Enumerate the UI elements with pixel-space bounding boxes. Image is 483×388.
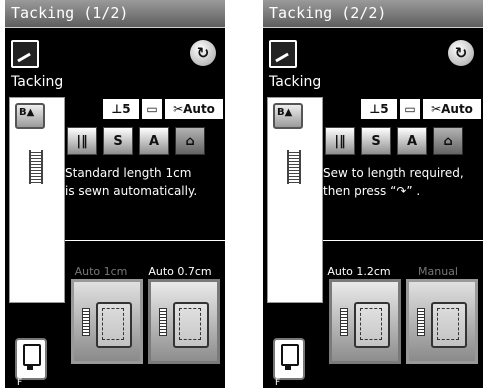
reverse-arrow-icon: ↷ [276, 138, 288, 154]
instruction-message: Standard length 1cm is sewn automaticall… [65, 164, 225, 240]
instruction-message: Sew to length required, then press “↷” . [323, 164, 483, 240]
auto-1-2cm-tile[interactable] [329, 279, 401, 364]
stitch-preview-icon [29, 150, 43, 184]
stitch-length-chip: ⊥5 [361, 99, 397, 119]
bm-label: B▲ [19, 107, 35, 118]
title-bar: Tacking (2/2) [263, 0, 483, 28]
tacking-panel-1: Tacking (1/2) ↻ Tacking B▲ ⊥5 ▭ ✂Auto |‖… [5, 0, 225, 388]
letter-a-icon[interactable]: A [397, 127, 427, 155]
divider [65, 240, 225, 241]
feed-chip: ▭ [400, 99, 420, 119]
message-line: Sew to length required, [323, 166, 464, 180]
foot-label: F [275, 378, 281, 388]
back-button[interactable]: ↻ [448, 40, 474, 66]
tacking-panel-2: Tacking (2/2) ↻ Tacking B▲ ↷ ⊥5 ▭ ✂Auto … [263, 0, 483, 388]
stitch-icon [159, 308, 167, 336]
feed-chip: ▭ [142, 99, 162, 119]
auto-0-7cm-tile[interactable] [148, 279, 220, 364]
message-line: is sewn automatically. [65, 184, 198, 198]
foot-label: F [17, 378, 23, 388]
cutter-auto-chip: ✂Auto [165, 99, 223, 119]
subtitle: Tacking [269, 74, 322, 90]
back-button[interactable]: ↻ [190, 40, 216, 66]
cutter-auto-chip: ✂Auto [423, 99, 481, 119]
tab-manual[interactable]: Manual [400, 265, 476, 278]
tab-auto-0-7cm[interactable]: Auto 0.7cm [142, 265, 218, 278]
back-icon: ↻ [454, 44, 468, 62]
pattern-icon[interactable]: S [103, 127, 133, 155]
stitch-icon [82, 308, 90, 336]
shirt-icon[interactable]: ⌂ [175, 127, 205, 155]
bm-button[interactable]: B▲ [273, 103, 303, 129]
tab-auto-1-2cm[interactable]: Auto 1.2cm [321, 265, 397, 278]
tab-auto-1cm[interactable]: Auto 1cm [63, 265, 139, 278]
pocket-icon [173, 302, 209, 348]
stitch-width-icon[interactable]: |‖ [67, 127, 97, 155]
subtitle: Tacking [11, 74, 64, 90]
pattern-icon[interactable]: S [361, 127, 391, 155]
stitch-icon [417, 308, 425, 336]
stitch-preview-icon [287, 150, 301, 184]
manual-tile[interactable] [406, 279, 478, 364]
message-line: then press “↷” . [323, 184, 421, 198]
edit-button[interactable] [11, 40, 39, 68]
bm-button[interactable]: B▲ [15, 103, 45, 129]
stitch-width-icon[interactable]: |‖ [325, 127, 355, 155]
back-icon: ↻ [196, 44, 210, 62]
bm-label: B▲ [277, 107, 293, 118]
divider [323, 240, 483, 241]
presser-foot-button[interactable] [15, 338, 47, 380]
presser-foot-button[interactable] [273, 338, 305, 380]
pocket-icon [96, 302, 132, 348]
edit-button[interactable] [269, 40, 297, 68]
letter-a-icon[interactable]: A [139, 127, 169, 155]
pocket-icon [431, 302, 467, 348]
auto-1cm-tile[interactable] [71, 279, 143, 364]
title-bar: Tacking (1/2) [5, 0, 225, 28]
message-line: Standard length 1cm [65, 166, 192, 180]
stitch-length-chip: ⊥5 [103, 99, 139, 119]
stitch-icon [340, 308, 348, 336]
page-title: Tacking (1/2) [11, 4, 129, 22]
page-title: Tacking (2/2) [269, 4, 387, 22]
pocket-icon [354, 302, 390, 348]
shirt-icon[interactable]: ⌂ [433, 127, 463, 155]
